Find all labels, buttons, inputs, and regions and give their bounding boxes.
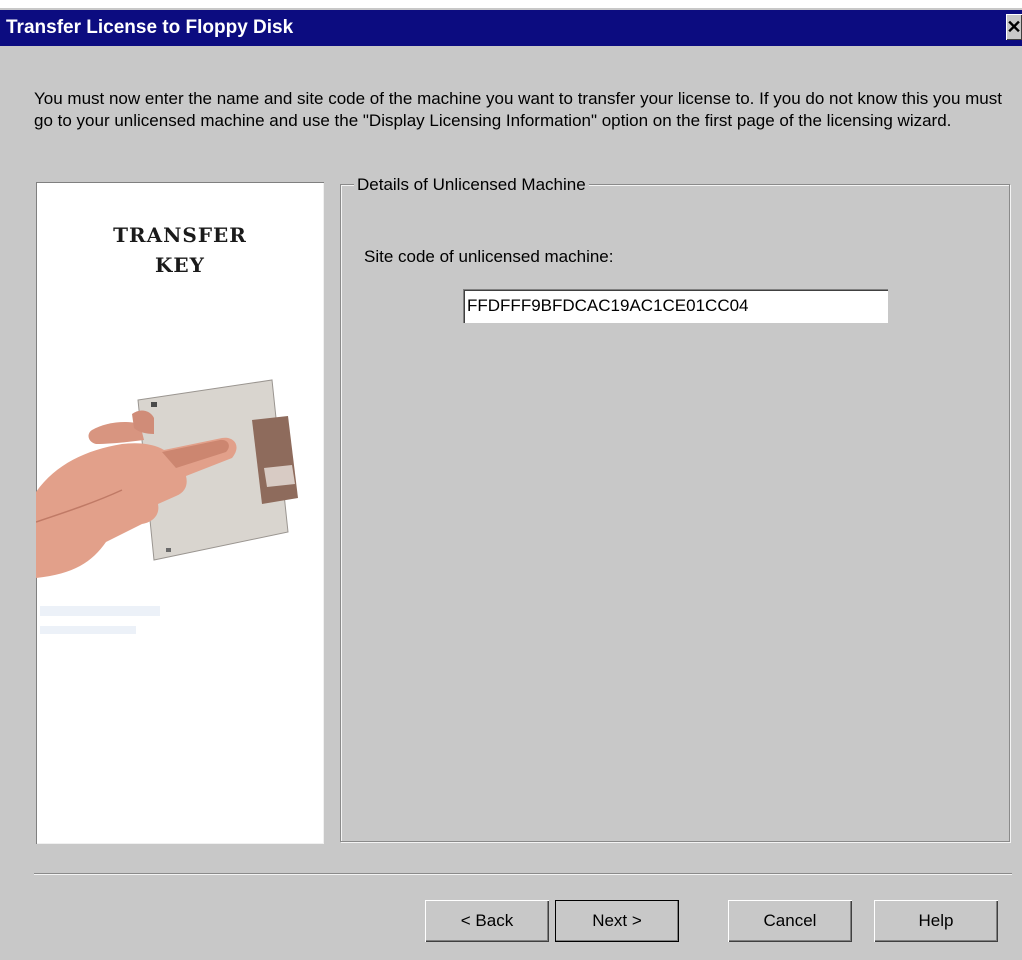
- details-group-legend: Details of Unlicensed Machine: [354, 174, 589, 196]
- site-code-label: Site code of unlicensed machine:: [364, 247, 614, 266]
- site-code-input[interactable]: [463, 289, 888, 323]
- title-bar: Transfer License to Floppy Disk ✕: [0, 10, 1022, 46]
- cancel-button[interactable]: Cancel: [728, 900, 852, 942]
- next-button[interactable]: Next >: [555, 900, 679, 942]
- details-group: [340, 184, 1010, 842]
- dialog-title: Transfer License to Floppy Disk: [6, 17, 294, 38]
- art-title-line1: TRANSFER: [113, 223, 247, 247]
- art-title: TRANSFER KEY: [36, 220, 324, 280]
- button-separator: [34, 873, 1012, 875]
- back-button[interactable]: < Back: [425, 900, 549, 942]
- help-button[interactable]: Help: [874, 900, 998, 942]
- wizard-art-panel: TRANSFER KEY: [36, 182, 324, 844]
- hand-holding-floppy-disk-icon: [36, 379, 298, 634]
- art-title-line2: KEY: [155, 253, 205, 277]
- close-icon[interactable]: ✕: [1006, 14, 1022, 40]
- instructions-text: You must now enter the name and site cod…: [34, 89, 1002, 130]
